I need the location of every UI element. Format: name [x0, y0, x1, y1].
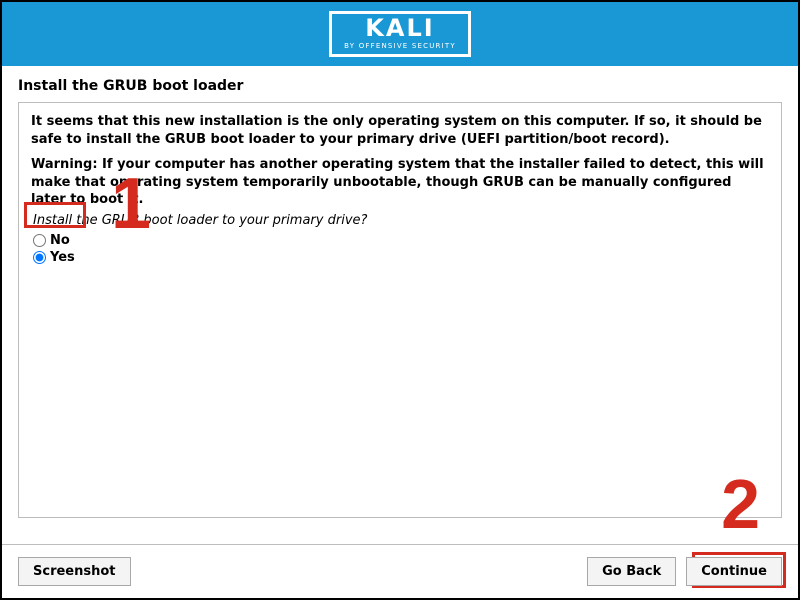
radio-yes-label: Yes: [50, 250, 75, 265]
radio-option-no[interactable]: No: [31, 232, 769, 249]
intro-text: It seems that this new installation is t…: [31, 113, 769, 148]
question-text: Install the GRUB boot loader to your pri…: [31, 213, 769, 228]
page-title: Install the GRUB boot loader: [2, 66, 798, 102]
logo-main-text: KALI: [365, 16, 434, 40]
radio-yes-input[interactable]: [33, 251, 46, 264]
radio-no-label: No: [50, 233, 70, 248]
footer-bar: Screenshot Go Back Continue: [2, 544, 798, 598]
radio-no-input[interactable]: [33, 234, 46, 247]
warning-text: Warning: If your computer has another op…: [31, 156, 769, 209]
installer-header: KALI BY OFFENSIVE SECURITY: [2, 2, 798, 66]
kali-logo: KALI BY OFFENSIVE SECURITY: [329, 11, 471, 57]
content-panel: It seems that this new installation is t…: [18, 102, 782, 518]
logo-sub-text: BY OFFENSIVE SECURITY: [344, 42, 456, 50]
radio-option-yes[interactable]: Yes: [31, 249, 769, 266]
go-back-button[interactable]: Go Back: [587, 557, 676, 586]
screenshot-button[interactable]: Screenshot: [18, 557, 131, 586]
continue-button[interactable]: Continue: [686, 557, 782, 586]
